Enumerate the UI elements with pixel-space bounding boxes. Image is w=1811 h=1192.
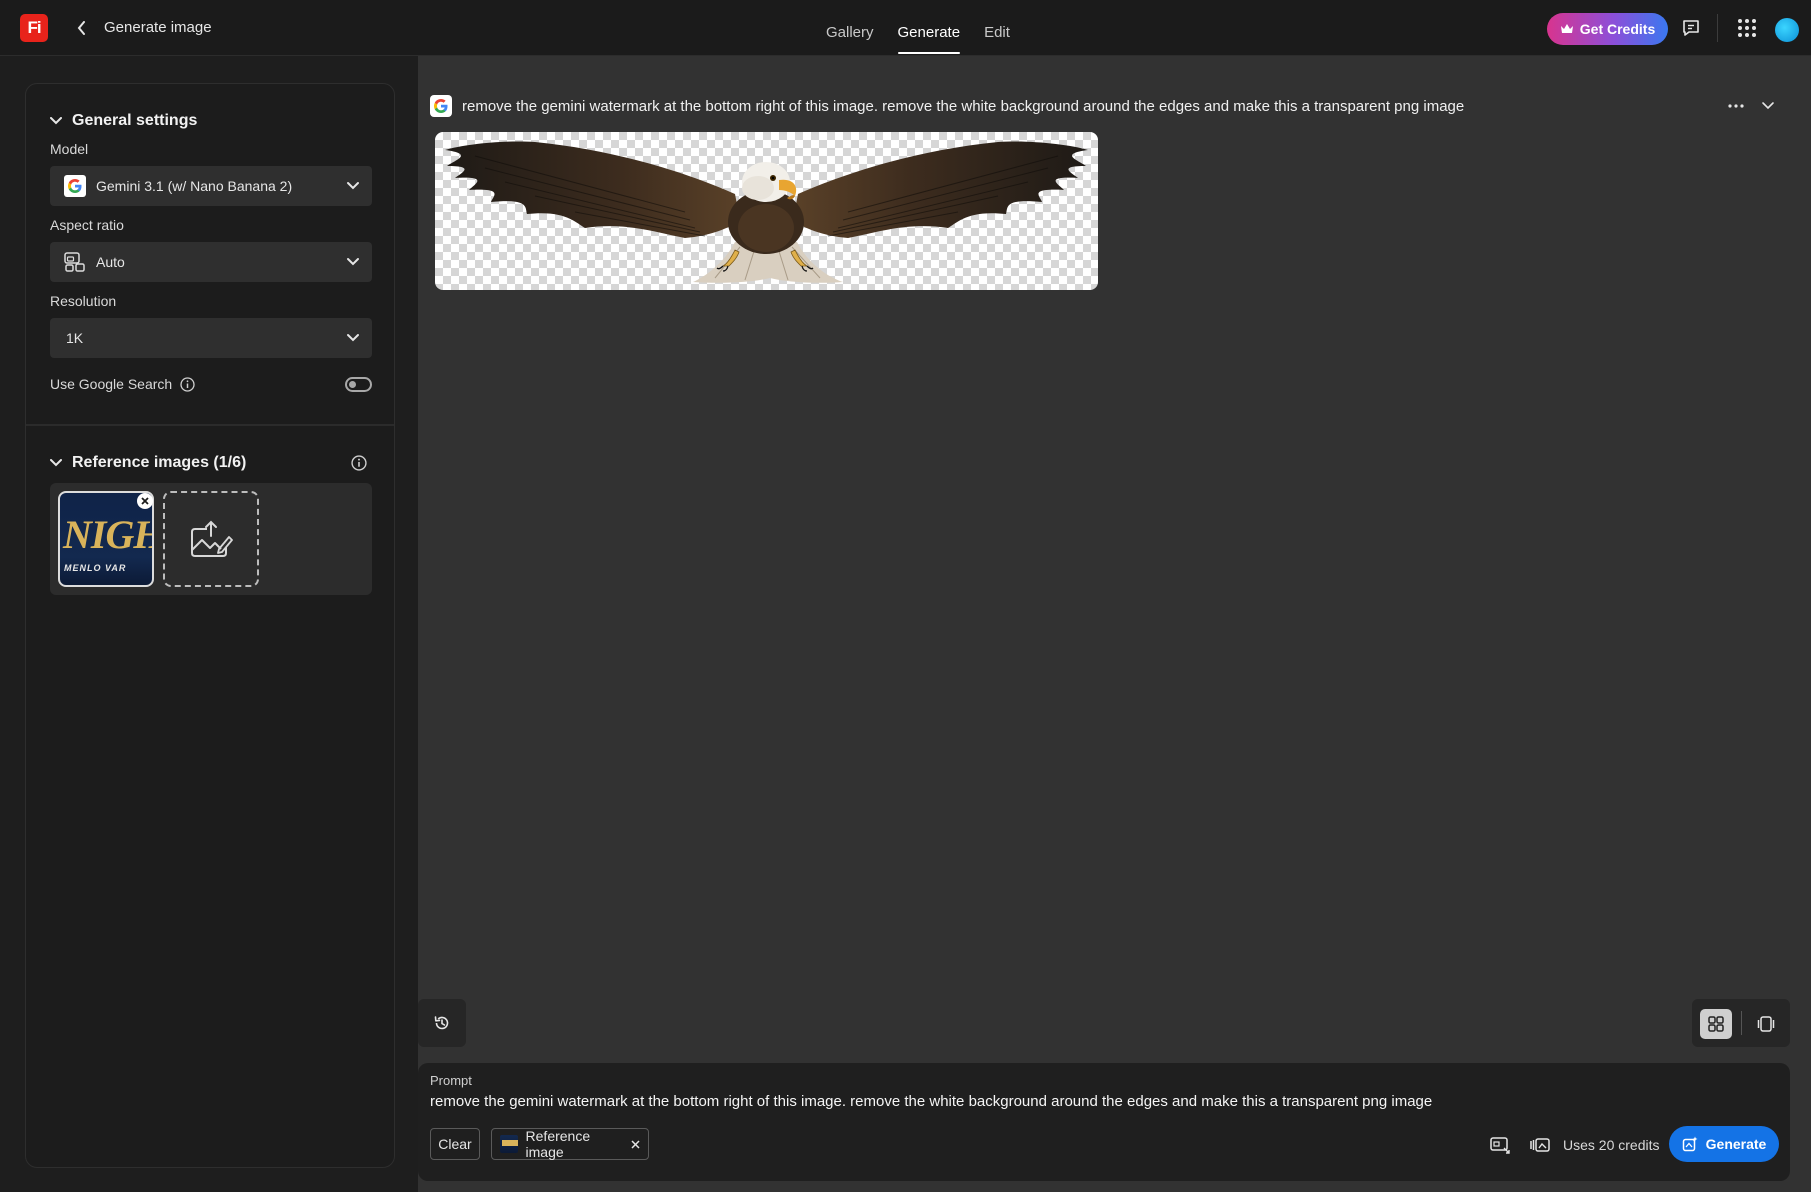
composition-icon bbox=[1490, 1137, 1510, 1154]
reference-images-title: Reference images (1/6) bbox=[72, 454, 247, 471]
prompt-input[interactable]: remove the gemini watermark at the botto… bbox=[430, 1093, 1770, 1110]
back-button[interactable] bbox=[72, 16, 92, 40]
generate-button[interactable]: Generate bbox=[1669, 1126, 1779, 1162]
more-horizontal-icon bbox=[1728, 104, 1744, 108]
generated-image-eagle[interactable] bbox=[435, 132, 1098, 290]
google-search-label: Use Google Search bbox=[50, 376, 173, 392]
tab-edit[interactable]: Edit bbox=[984, 0, 1010, 56]
google-g-icon bbox=[64, 175, 86, 197]
more-options-button[interactable] bbox=[1724, 94, 1748, 118]
tab-generate[interactable]: Generate bbox=[897, 0, 960, 56]
model-label: Model bbox=[50, 141, 89, 157]
thumbnail-title-text: NIGH bbox=[63, 512, 154, 557]
prompt-box: Prompt remove the gemini watermark at th… bbox=[418, 1063, 1790, 1181]
general-settings-header[interactable]: General settings bbox=[50, 112, 197, 130]
result-prompt-text: remove the gemini watermark at the botto… bbox=[462, 97, 1465, 115]
composition-reference-button[interactable] bbox=[1488, 1133, 1512, 1157]
history-button[interactable] bbox=[418, 999, 466, 1047]
chevron-down-icon bbox=[347, 182, 359, 190]
generate-label: Generate bbox=[1705, 1136, 1767, 1152]
eagle-illustration bbox=[445, 141, 1088, 283]
tab-gallery[interactable]: Gallery bbox=[826, 0, 874, 56]
user-avatar[interactable] bbox=[1775, 18, 1799, 42]
credits-cost-text: Uses 20 credits bbox=[1563, 1137, 1660, 1153]
chevron-down-icon bbox=[1762, 102, 1774, 110]
remove-reference-button[interactable] bbox=[137, 493, 153, 509]
result-header: remove the gemini watermark at the botto… bbox=[430, 95, 1464, 117]
feedback-button[interactable] bbox=[1677, 14, 1705, 42]
close-icon bbox=[141, 497, 149, 505]
style-reference-button[interactable] bbox=[1528, 1133, 1552, 1157]
resolution-select[interactable]: 1K bbox=[50, 318, 372, 358]
settings-panel: General settings Model Gemini 3.1 (w/ Na… bbox=[25, 83, 395, 1168]
upload-reference-button[interactable] bbox=[163, 491, 259, 587]
remove-chip-button[interactable] bbox=[631, 1139, 640, 1149]
chat-bubble-icon bbox=[1683, 20, 1699, 36]
model-value: Gemini 3.1 (w/ Nano Banana 2) bbox=[96, 178, 293, 194]
info-icon[interactable] bbox=[351, 455, 367, 471]
google-search-row: Use Google Search bbox=[50, 376, 195, 392]
resolution-value: 1K bbox=[66, 330, 84, 346]
chevron-down-icon bbox=[347, 258, 359, 266]
view-toggle-divider bbox=[1741, 1011, 1742, 1035]
style-reference-icon bbox=[1530, 1138, 1550, 1152]
get-credits-button[interactable]: Get Credits bbox=[1547, 13, 1668, 45]
grid-view-button[interactable] bbox=[1700, 1009, 1732, 1039]
general-settings-title: General settings bbox=[72, 112, 198, 129]
aspect-ratio-icon bbox=[64, 252, 85, 272]
info-icon[interactable] bbox=[180, 376, 195, 392]
clear-button[interactable]: Clear bbox=[430, 1128, 480, 1160]
aspect-ratio-value: Auto bbox=[96, 254, 125, 270]
aspect-ratio-label: Aspect ratio bbox=[50, 217, 124, 233]
results-area: remove the gemini watermark at the botto… bbox=[418, 56, 1811, 1192]
collapse-result-button[interactable] bbox=[1756, 94, 1780, 118]
reference-images-tray: NIGH MENLO VAR bbox=[50, 483, 372, 595]
chevron-down-icon bbox=[347, 334, 359, 342]
get-credits-label: Get Credits bbox=[1579, 21, 1656, 37]
single-view-icon bbox=[1757, 1016, 1775, 1032]
main-tabs: Gallery Generate Edit bbox=[826, 0, 1010, 56]
google-search-toggle[interactable] bbox=[345, 377, 372, 392]
reference-chip-label: Reference image bbox=[525, 1128, 591, 1160]
reference-images-header[interactable]: Reference images (1/6) bbox=[50, 454, 246, 472]
apps-button[interactable] bbox=[1733, 14, 1761, 42]
top-divider bbox=[1717, 14, 1718, 42]
page-title: Generate image bbox=[104, 19, 212, 36]
resolution-label: Resolution bbox=[50, 293, 117, 309]
panel-divider bbox=[26, 424, 394, 426]
chevron-down-icon bbox=[50, 459, 62, 467]
single-view-button[interactable] bbox=[1750, 1009, 1782, 1039]
image-upload-icon bbox=[191, 520, 233, 557]
generate-sparkle-icon bbox=[1682, 1136, 1698, 1152]
model-select[interactable]: Gemini 3.1 (w/ Nano Banana 2) bbox=[50, 166, 372, 206]
close-icon bbox=[631, 1139, 640, 1149]
thumbnail-sub-text: MENLO VAR bbox=[64, 563, 127, 573]
grid-view-icon bbox=[1708, 1016, 1724, 1032]
google-g-icon bbox=[430, 95, 452, 117]
history-icon bbox=[434, 1016, 449, 1030]
app-logo[interactable]: Fi bbox=[20, 14, 48, 42]
chevron-left-icon bbox=[77, 21, 85, 35]
top-bar: Fi Generate image Gallery Generate Edit … bbox=[0, 0, 1811, 56]
chip-thumbnail bbox=[500, 1135, 518, 1153]
chevron-down-icon bbox=[50, 117, 62, 125]
view-mode-toggle bbox=[1692, 999, 1790, 1047]
apps-grid-icon bbox=[1738, 19, 1756, 37]
aspect-ratio-select[interactable]: Auto bbox=[50, 242, 372, 282]
prompt-label: Prompt bbox=[430, 1073, 472, 1088]
crown-icon bbox=[1560, 24, 1573, 33]
reference-image-chip[interactable]: Reference image bbox=[491, 1128, 649, 1160]
